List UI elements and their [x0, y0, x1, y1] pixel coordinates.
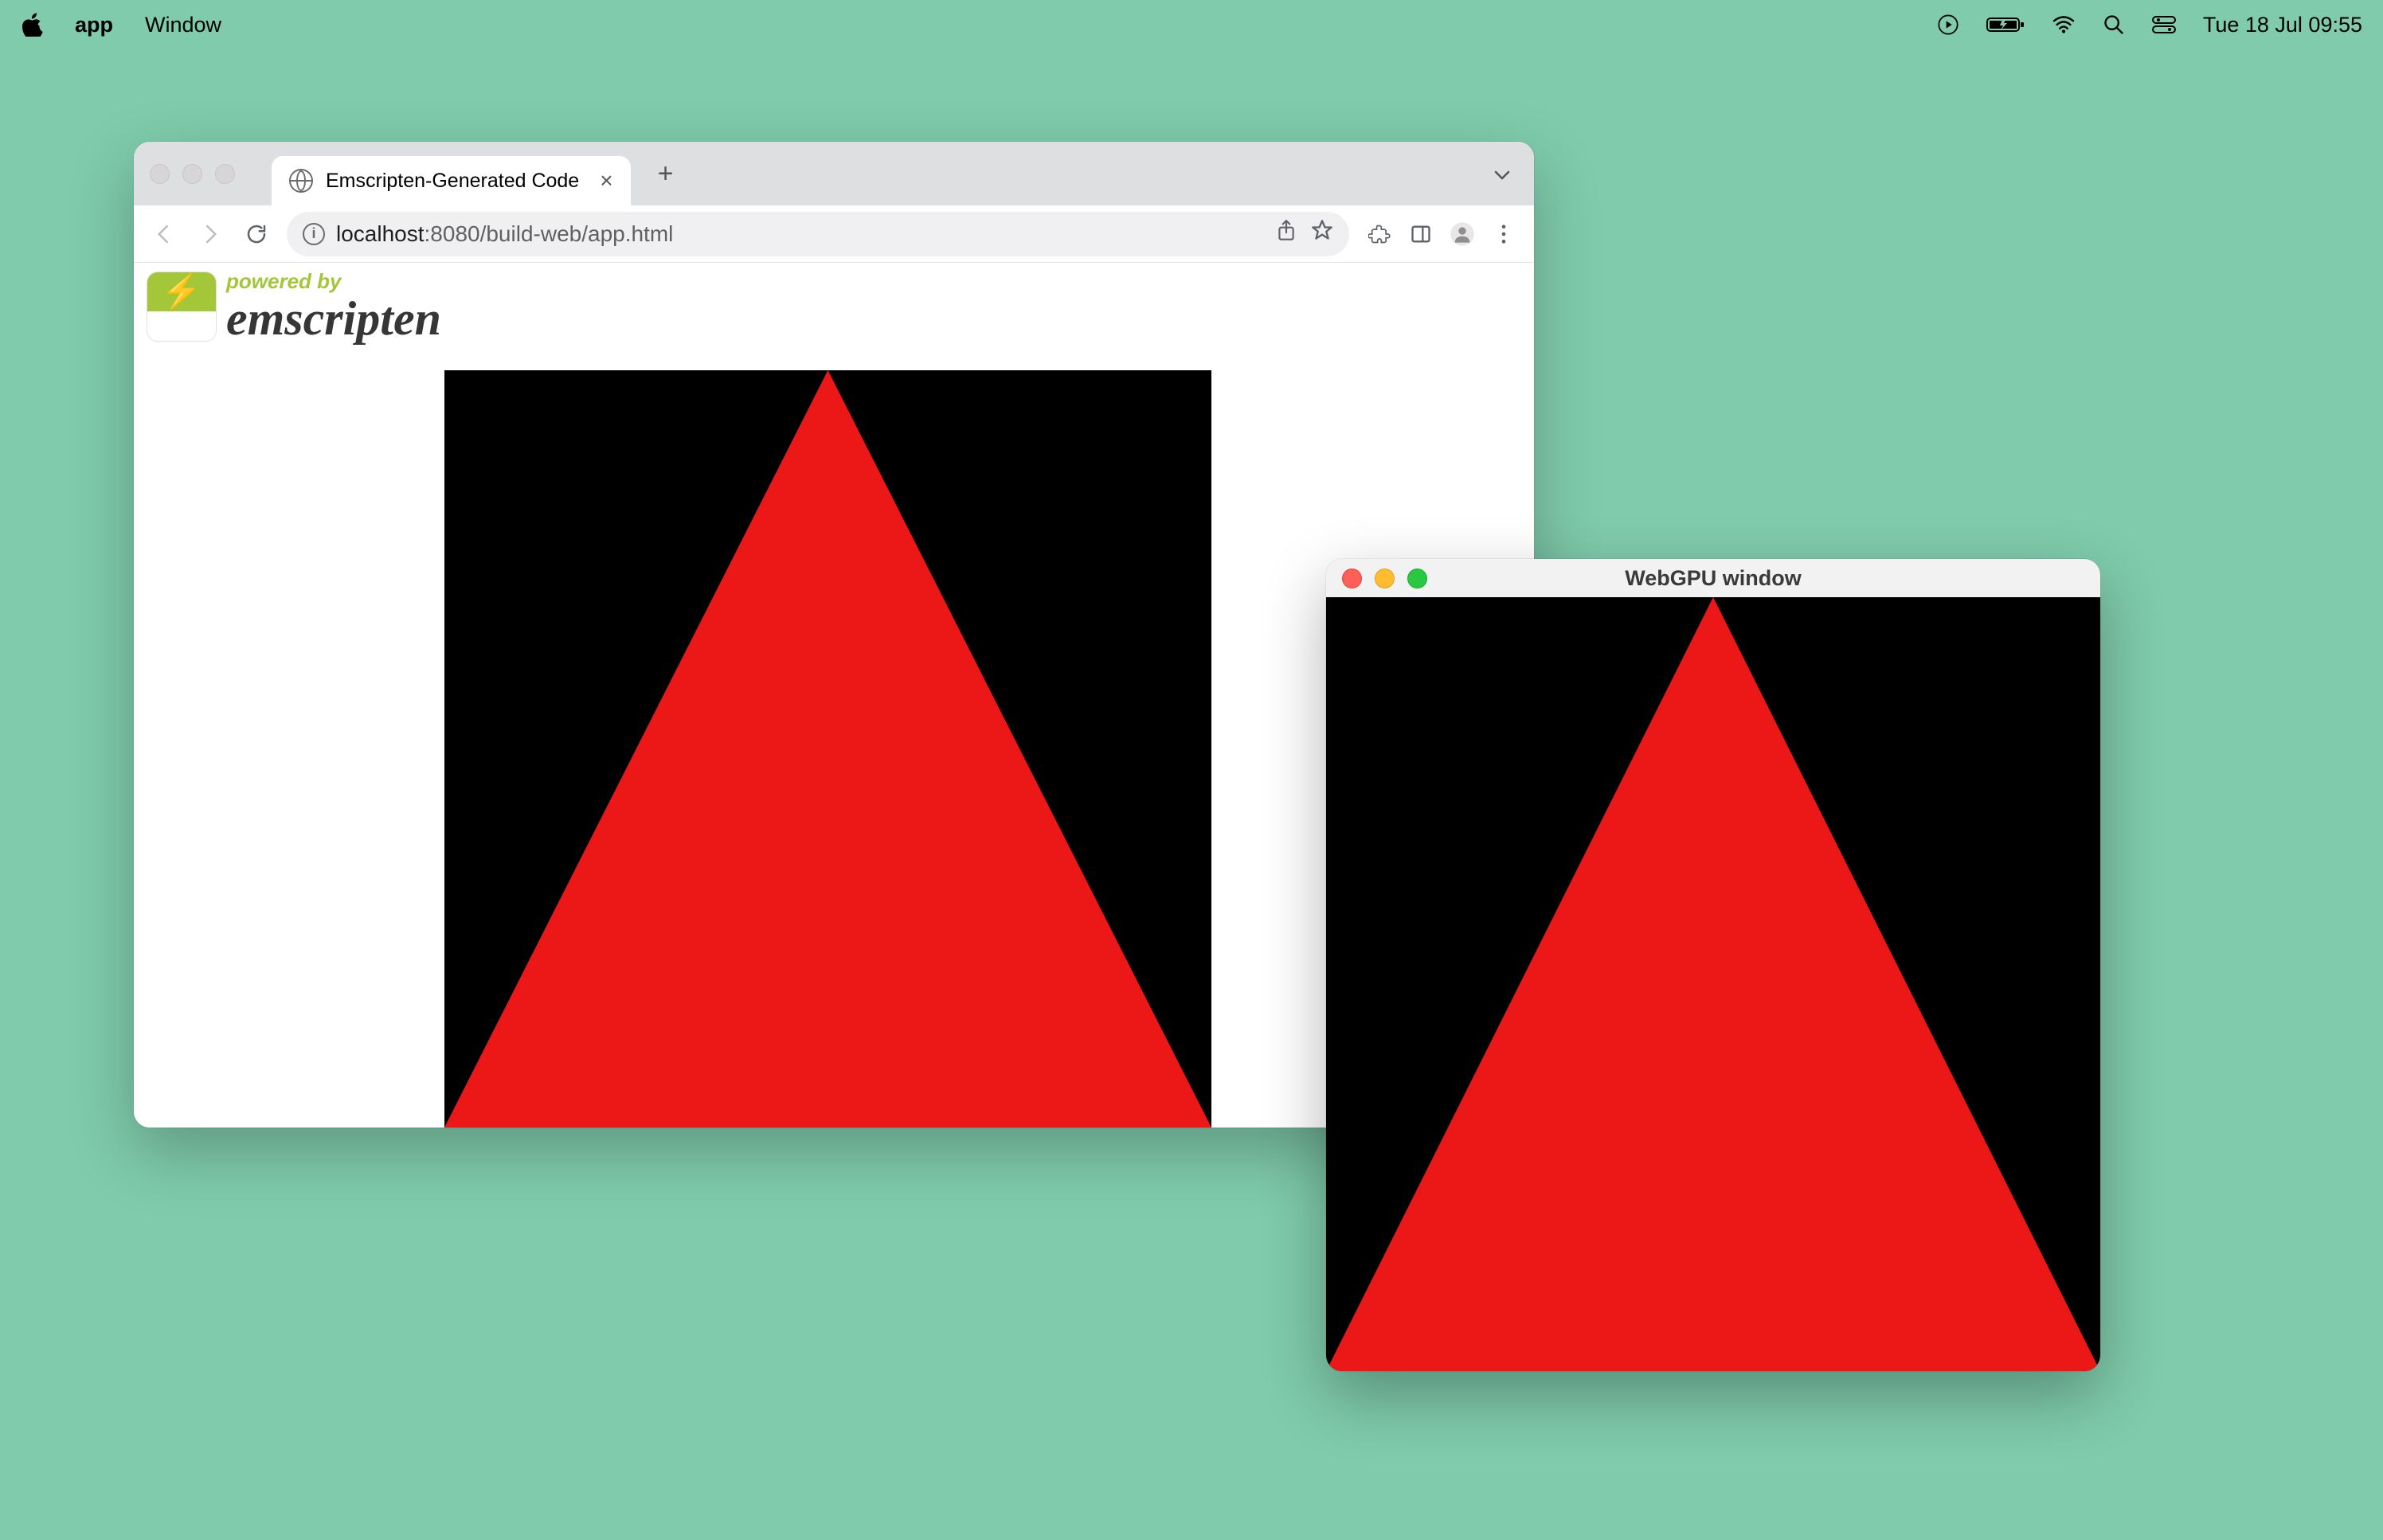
- native-canvas[interactable]: [1326, 597, 2100, 1371]
- globe-icon: [289, 169, 313, 193]
- bookmark-star-icon[interactable]: [1311, 219, 1333, 248]
- spotlight-icon[interactable]: [2103, 14, 2125, 36]
- control-center-icon[interactable]: [2152, 15, 2176, 34]
- reload-button[interactable]: [241, 218, 272, 250]
- tab-close-icon[interactable]: ×: [600, 168, 612, 193]
- traffic-light-zoom[interactable]: [215, 164, 235, 184]
- emscripten-logo: ⚡ powered by emscripten: [147, 271, 441, 342]
- native-titlebar: WebGPU window: [1326, 559, 2100, 597]
- menubar-item-window[interactable]: Window: [145, 13, 221, 37]
- url-host: localhost: [336, 221, 425, 246]
- menubar-clock[interactable]: Tue 18 Jul 09:55: [2203, 13, 2362, 37]
- browser-page-content: ⚡ powered by emscripten: [134, 263, 1534, 1128]
- web-canvas[interactable]: [444, 370, 1211, 1128]
- browser-toolbar: i localhost:8080/build-web/app.html: [134, 205, 1534, 263]
- native-app-window: WebGPU window: [1326, 559, 2100, 1371]
- emscripten-icon: ⚡: [147, 272, 217, 342]
- new-tab-button[interactable]: +: [658, 158, 674, 190]
- forward-button[interactable]: [194, 218, 226, 250]
- menubar-right: Tue 18 Jul 09:55: [1937, 13, 2362, 37]
- browser-menu-icon[interactable]: [1488, 218, 1520, 250]
- url-path: :8080/build-web/app.html: [425, 221, 674, 246]
- browser-tab-title: Emscripten-Generated Code: [326, 170, 579, 193]
- back-button[interactable]: [148, 218, 180, 250]
- traffic-light-close[interactable]: [150, 164, 170, 184]
- wifi-icon[interactable]: [2052, 15, 2076, 34]
- emscripten-title-text: emscripten: [226, 295, 441, 342]
- share-icon[interactable]: [1276, 219, 1297, 248]
- profile-icon[interactable]: [1446, 218, 1478, 250]
- apple-logo-icon[interactable]: [21, 13, 43, 37]
- sidepanel-icon[interactable]: [1405, 218, 1437, 250]
- toolbar-right: [1364, 218, 1520, 250]
- screen-record-icon[interactable]: [1937, 14, 1959, 36]
- macos-menubar: app Window Tue 18 Jul 09:55: [0, 0, 2383, 49]
- browser-window: Emscripten-Generated Code × + i localhos…: [134, 142, 1534, 1128]
- menubar-left: app Window: [21, 13, 221, 37]
- extensions-icon[interactable]: [1364, 218, 1395, 250]
- native-window-title: WebGPU window: [1326, 566, 2100, 591]
- emscripten-powered-text: powered by: [226, 271, 441, 291]
- tabs-dropdown-icon[interactable]: [1494, 161, 1510, 186]
- traffic-light-minimize[interactable]: [182, 164, 202, 184]
- browser-traffic-lights: [150, 164, 235, 184]
- browser-tab[interactable]: Emscripten-Generated Code ×: [272, 156, 631, 205]
- menubar-app-name[interactable]: app: [75, 13, 113, 37]
- lightning-icon: ⚡: [147, 272, 216, 311]
- browser-tabstrip: Emscripten-Generated Code × +: [134, 142, 1534, 205]
- battery-icon[interactable]: [1986, 15, 2025, 34]
- site-info-icon[interactable]: i: [303, 223, 325, 245]
- address-bar[interactable]: i localhost:8080/build-web/app.html: [287, 212, 1349, 256]
